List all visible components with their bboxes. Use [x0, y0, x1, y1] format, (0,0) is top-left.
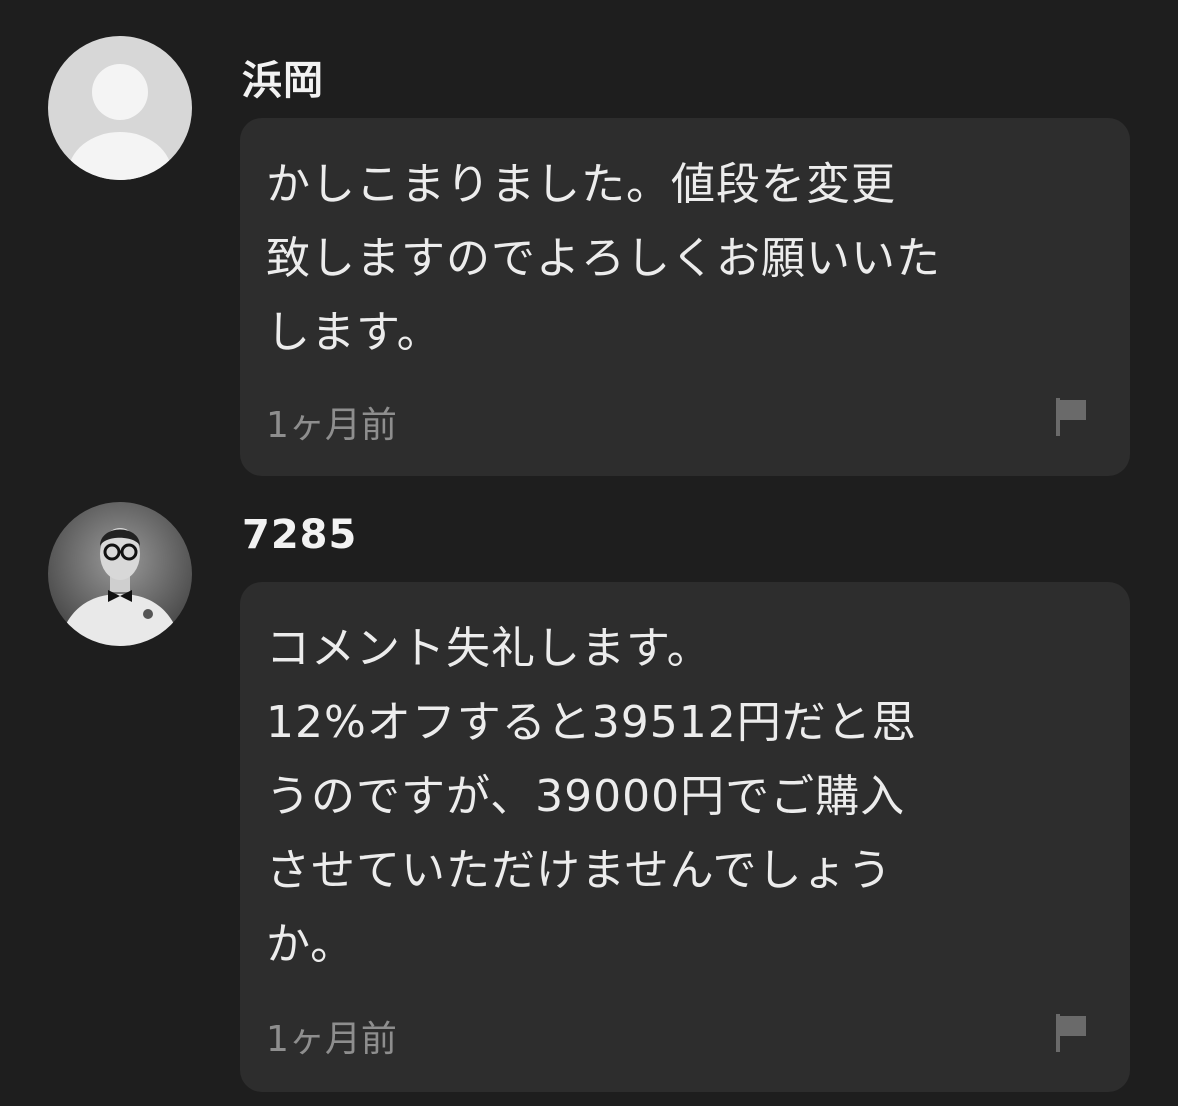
comment-bubble: コメント失礼します。 12%オフすると39512円だと思 うのですが、39000… [240, 582, 1130, 1092]
avatar[interactable] [48, 502, 192, 646]
timestamp: 1ヶ月前 [266, 405, 397, 446]
timestamp: 1ヶ月前 [266, 1019, 397, 1060]
comment-bubble: かしこまりました。値段を変更 致しますのでよろしくお願いいた します。 1ヶ月前 [240, 118, 1130, 476]
username[interactable]: 浜岡 [242, 48, 324, 106]
comment-text: コメント失礼します。 12%オフすると39512円だと思 うのですが、39000… [266, 623, 917, 970]
avatar[interactable] [48, 36, 192, 180]
photo-avatar-icon [48, 502, 192, 646]
comment-text: かしこまりました。値段を変更 致しますのでよろしくお願いいた します。 [266, 159, 941, 358]
flag-icon[interactable] [1054, 396, 1090, 438]
default-avatar-icon [48, 36, 192, 180]
flag-icon[interactable] [1054, 1012, 1090, 1054]
username[interactable]: 7285 [242, 512, 357, 558]
